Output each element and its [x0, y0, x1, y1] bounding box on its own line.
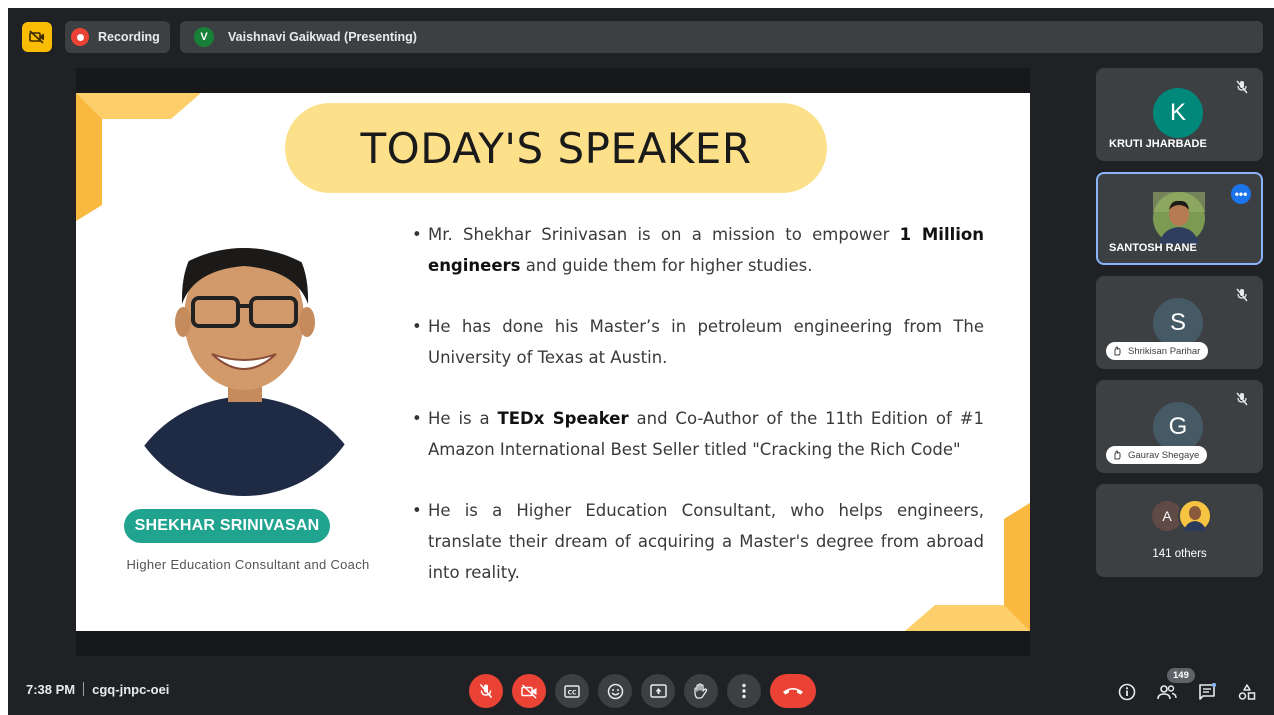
captions-button[interactable]: CC	[555, 674, 589, 708]
hand-icon	[1114, 450, 1121, 460]
present-now-button[interactable]	[641, 674, 675, 708]
reactions-button[interactable]	[598, 674, 632, 708]
participant-name: Shrikisan Parihar	[1128, 345, 1201, 357]
participant-tile-kruti[interactable]: K KRUTI JHARBADE	[1096, 68, 1263, 161]
chat-icon	[1199, 683, 1216, 700]
info-icon	[1118, 683, 1136, 701]
mic-off-icon	[1236, 392, 1248, 406]
participant-tile-santosh[interactable]: ••• SANTOSH RANE	[1096, 172, 1263, 265]
end-call-icon	[783, 688, 803, 695]
raise-hand-icon	[694, 682, 708, 699]
hand-icon	[1114, 346, 1121, 356]
meeting-info: 7:38 PM cgq-jnpc-oei	[26, 682, 169, 697]
participant-name-chip: Shrikisan Parihar	[1106, 342, 1209, 360]
bullet-item: He is a Higher Education Consultant, who…	[410, 495, 984, 588]
participant-avatar: S	[1153, 298, 1203, 348]
participant-avatar: G	[1153, 402, 1203, 452]
svg-text:CC: CC	[568, 689, 577, 696]
divider	[83, 682, 85, 696]
slide-title: TODAY'S SPEAKER	[285, 103, 827, 193]
more-options-icon[interactable]: •••	[1231, 184, 1251, 204]
speaker-photo	[120, 248, 368, 496]
participant-name: KRUTI JHARBADE	[1109, 138, 1207, 150]
camera-toggle-button[interactable]	[512, 674, 546, 708]
bullet-item: He is a TEDx Speaker and Co-Author of th…	[410, 403, 984, 465]
recording-indicator[interactable]: Recording	[65, 21, 170, 53]
leave-call-button[interactable]	[770, 674, 816, 708]
mic-toggle-button[interactable]	[469, 674, 503, 708]
presentation-stage: TODAY'S SPEAKER SHEKHAR SRINIVASAN Highe…	[76, 68, 1030, 656]
emoji-icon	[607, 683, 623, 699]
mic-off-icon	[1236, 80, 1248, 94]
bullet-item: Mr. Shekhar Srinivasan is on a mission t…	[410, 219, 984, 281]
activities-button[interactable]	[1236, 681, 1258, 703]
participant-tile-shrikisan[interactable]: S Shrikisan Parihar	[1096, 276, 1263, 369]
meeting-details-button[interactable]	[1116, 681, 1138, 703]
activities-icon	[1238, 684, 1256, 700]
clock-time: 7:38 PM	[26, 682, 76, 697]
participant-name-chip: Gaurav Shegaye	[1106, 446, 1208, 464]
meet-window: Recording V Vaishnavi Gaikwad (Presentin…	[8, 8, 1274, 715]
mic-off-icon	[1236, 288, 1248, 302]
people-icon	[1157, 685, 1177, 700]
camera-off-indicator[interactable]	[22, 22, 52, 52]
raise-hand-button[interactable]	[684, 674, 718, 708]
recording-label: Recording	[98, 30, 160, 44]
speaker-role: Higher Education Consultant and Coach	[126, 557, 370, 572]
record-icon	[71, 28, 89, 46]
more-vert-icon	[742, 683, 746, 699]
presenter-avatar: V	[194, 27, 214, 47]
bullet-item: He has done his Master’s in petroleum en…	[410, 311, 984, 373]
presenting-banner[interactable]: V Vaishnavi Gaikwad (Presenting)	[180, 21, 1263, 53]
presenter-label: Vaishnavi Gaikwad (Presenting)	[228, 30, 417, 44]
video-off-icon	[520, 683, 537, 699]
participant-name: Gaurav Shegaye	[1128, 449, 1200, 461]
others-tile[interactable]: A 141 others	[1096, 484, 1263, 577]
top-bar: Recording V Vaishnavi Gaikwad (Presentin…	[8, 8, 1274, 66]
more-options-button[interactable]	[727, 674, 761, 708]
speaker-name-badge: SHEKHAR SRINIVASAN	[124, 509, 330, 543]
participant-avatar: K	[1153, 88, 1203, 138]
present-screen-icon	[649, 684, 667, 698]
chat-button[interactable]	[1196, 681, 1218, 703]
participant-name: SANTOSH RANE	[1109, 242, 1197, 254]
others-label: 141 others	[1152, 548, 1207, 560]
people-button[interactable]	[1156, 681, 1178, 703]
speaker-bullet-list: Mr. Shekhar Srinivasan is on a mission t…	[410, 219, 984, 618]
participant-avatar-photo	[1153, 192, 1205, 244]
closed-captions-icon: CC	[564, 684, 580, 698]
others-avatar-photo	[1178, 499, 1212, 533]
meeting-code: cgq-jnpc-oei	[92, 682, 170, 697]
bottom-bar: 7:38 PM cgq-jnpc-oei CC 149	[8, 663, 1274, 715]
participant-tile-gaurav[interactable]: G Gaurav Shegaye	[1096, 380, 1263, 473]
video-off-icon	[29, 30, 44, 44]
presentation-slide: TODAY'S SPEAKER SHEKHAR SRINIVASAN Highe…	[76, 93, 1030, 631]
mic-off-icon	[479, 683, 493, 699]
